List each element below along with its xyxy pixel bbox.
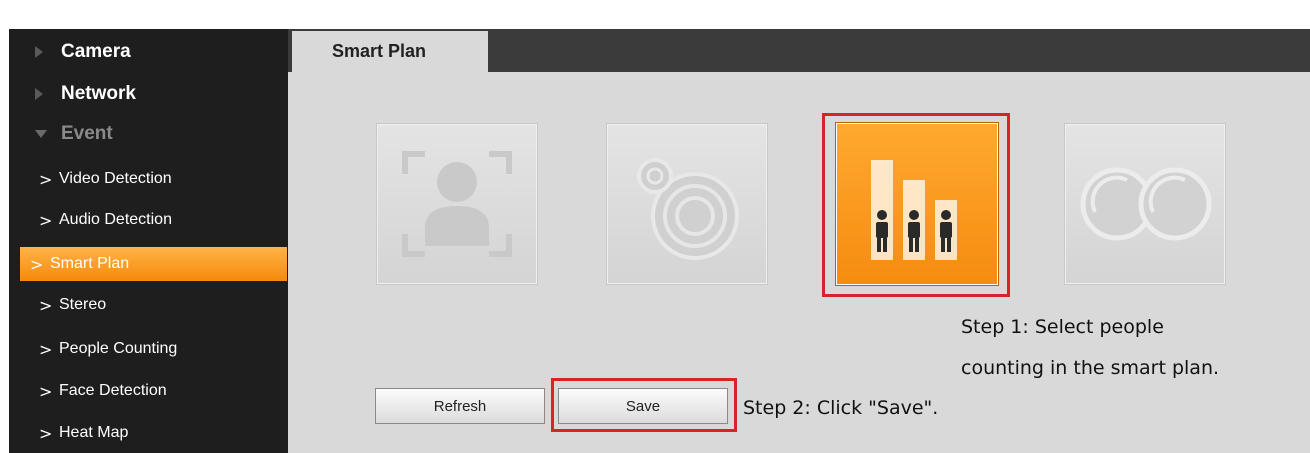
people-counting-highlight xyxy=(822,113,1010,297)
sidebar-item-label: Smart Plan xyxy=(50,255,130,272)
sidebar-item-label: Stereo xyxy=(59,296,107,313)
tab-label: Smart Plan xyxy=(332,41,427,61)
sidebar-item-stereo[interactable]: > Stereo xyxy=(9,287,288,323)
sidebar-item-label: Event xyxy=(61,123,113,144)
sidebar-item-camera[interactable]: Camera xyxy=(9,33,288,71)
chevron-right-icon: > xyxy=(39,381,53,401)
sidebar-item-face-detection[interactable]: > Face Detection xyxy=(9,373,288,409)
sidebar-item-label: People Counting xyxy=(59,340,178,357)
app-frame: Camera Network Event > Video Detection >… xyxy=(0,0,1310,453)
step2-annotation: Step 2: Click "Save". xyxy=(743,397,939,419)
step1-annotation-line1: Step 1: Select people xyxy=(961,316,1164,338)
face-detection-plan-tile[interactable] xyxy=(376,123,538,285)
chevron-right-icon: > xyxy=(39,210,53,230)
main-content: Step 1: Select people counting in the sm… xyxy=(288,72,1310,453)
stereo-icon xyxy=(1080,167,1212,241)
sidebar-item-video-detection[interactable]: > Video Detection xyxy=(9,161,288,197)
sidebar-item-label: Heat Map xyxy=(59,424,129,441)
heat-map-plan-tile[interactable] xyxy=(606,123,768,285)
save-highlight xyxy=(551,378,737,432)
chevron-right-icon: > xyxy=(30,254,44,274)
face-detect-icon xyxy=(402,151,512,257)
chevron-right-icon: > xyxy=(39,169,53,189)
chevron-right-icon: > xyxy=(39,339,53,359)
triangle-right-icon xyxy=(35,88,43,100)
sidebar-item-label: Audio Detection xyxy=(59,211,172,228)
sidebar-item-people-counting[interactable]: > People Counting xyxy=(9,331,288,367)
triangle-down-icon xyxy=(35,130,47,138)
tab-smart-plan[interactable]: Smart Plan xyxy=(292,31,488,72)
sidebar-item-label: Camera xyxy=(61,41,131,62)
sidebar-item-audio-detection[interactable]: > Audio Detection xyxy=(9,202,288,238)
sidebar-item-label: Network xyxy=(61,83,136,104)
step1-annotation-line2: counting in the smart plan. xyxy=(961,357,1220,379)
stereo-plan-tile[interactable] xyxy=(1064,123,1226,285)
sidebar-item-event[interactable]: Event xyxy=(9,115,288,153)
chevron-right-icon: > xyxy=(39,423,53,443)
sidebar-item-label: Video Detection xyxy=(59,170,172,187)
chevron-right-icon: > xyxy=(39,295,53,315)
sidebar-item-heat-map[interactable]: > Heat Map xyxy=(9,415,288,451)
sidebar: Camera Network Event > Video Detection >… xyxy=(9,29,288,453)
sidebar-item-label: Face Detection xyxy=(59,382,167,399)
sidebar-item-smart-plan[interactable]: > Smart Plan xyxy=(20,247,287,281)
triangle-right-icon xyxy=(35,46,43,58)
sidebar-item-network[interactable]: Network xyxy=(9,75,288,113)
heat-map-icon xyxy=(637,158,739,260)
refresh-button[interactable]: Refresh xyxy=(375,388,545,424)
